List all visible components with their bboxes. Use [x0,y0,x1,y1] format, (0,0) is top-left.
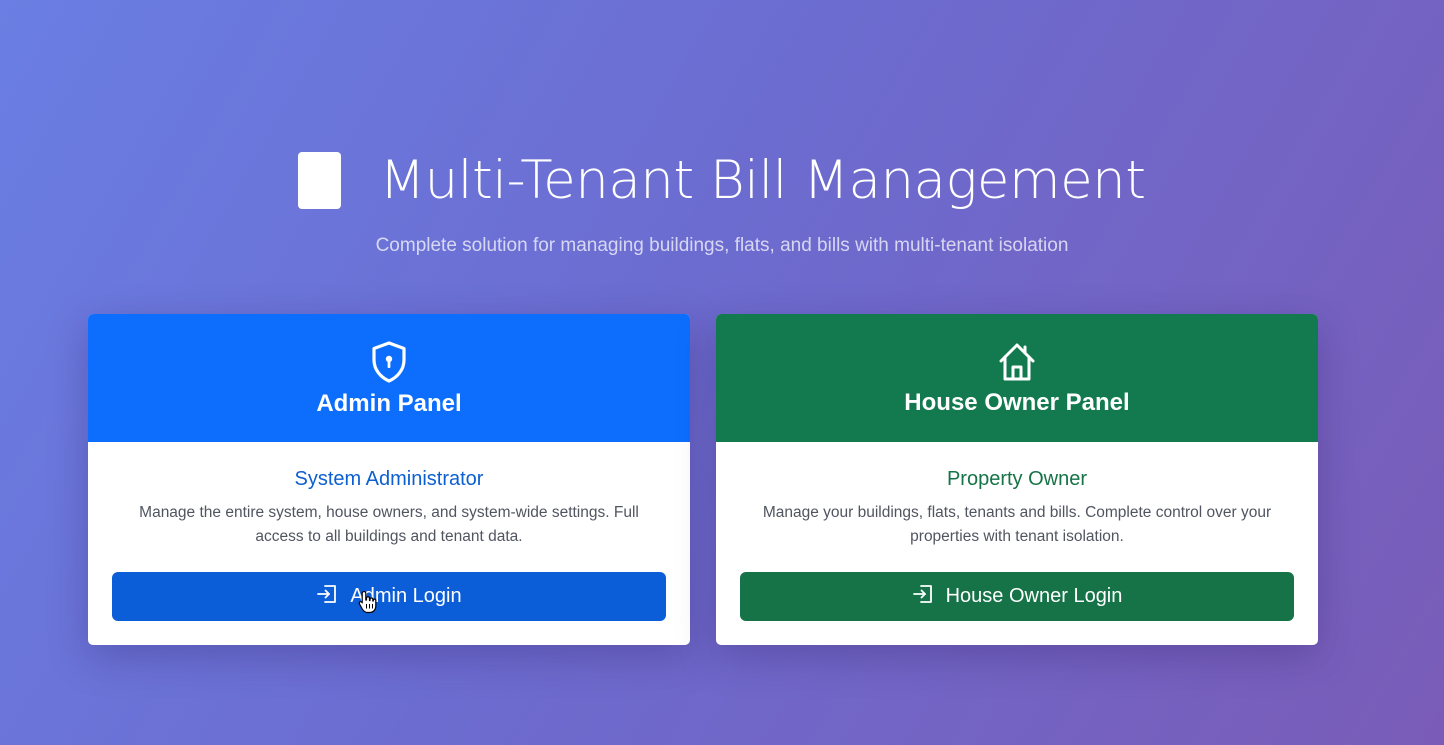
login-icon [912,584,934,610]
admin-role-title: System Administrator [294,468,484,490]
house-icon [997,341,1037,383]
house-owner-login-button[interactable]: House Owner Login [740,572,1294,621]
owner-role-title: Property Owner [946,468,1088,490]
admin-card-body: System Administrator Manage the entire s… [88,442,690,549]
owner-card-title: House Owner Panel [904,389,1130,416]
shield-lock-icon [369,340,409,384]
owner-description: Manage your buildings, flats, tenants an… [762,504,1272,545]
owner-card-body: Property Owner Manage your buildings, fl… [716,442,1318,549]
page-title: Multi-Tenant Bill Management [379,150,1146,211]
login-icon [316,584,338,610]
admin-card-title: Admin Panel [316,390,462,417]
admin-login-button[interactable]: Admin Login [112,572,666,621]
title-row: Multi-Tenant Bill Management [0,150,1444,211]
house-owner-panel-card: House Owner Panel Property Owner Manage … [716,314,1318,645]
page-subtitle: Complete solution for managing buildings… [375,235,1069,256]
admin-description: Manage the entire system, house owners, … [139,504,639,545]
house-owner-login-label: House Owner Login [945,585,1123,607]
building-icon [298,152,342,209]
hand-cursor-icon [358,590,378,619]
hero-section: Multi-Tenant Bill Management Complete so… [0,150,1444,257]
admin-panel-card: Admin Panel System Administrator Manage … [88,314,690,645]
owner-card-header: House Owner Panel [716,314,1318,442]
admin-card-header: Admin Panel [88,314,690,442]
